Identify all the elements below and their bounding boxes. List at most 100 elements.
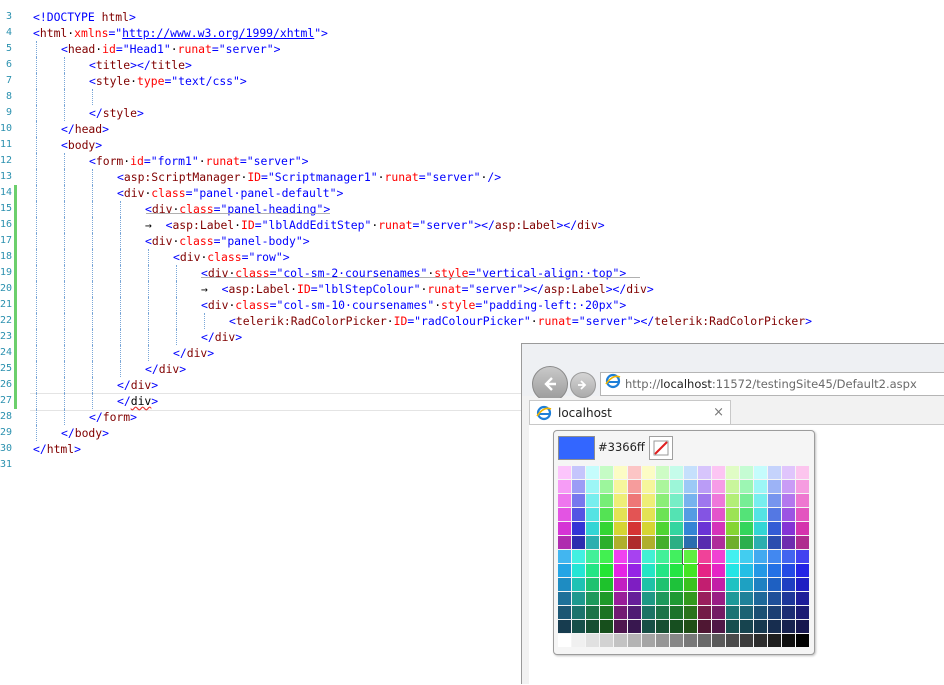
color-swatch-cell[interactable] <box>796 466 809 479</box>
color-swatch-cell[interactable] <box>656 494 669 507</box>
no-color-button[interactable] <box>649 436 673 460</box>
color-swatch-cell[interactable] <box>586 550 599 563</box>
code-line[interactable]: 3 <!DOCTYPE html> <box>0 9 944 25</box>
color-swatch-cell[interactable] <box>768 578 781 591</box>
color-swatch-cell[interactable] <box>670 480 683 493</box>
color-swatch-cell[interactable] <box>600 634 613 647</box>
color-swatch-cell[interactable] <box>768 522 781 535</box>
color-swatch-cell[interactable] <box>628 606 641 619</box>
color-swatch-cell[interactable] <box>796 522 809 535</box>
code-line[interactable]: 15 <div·class="panel-heading"> <box>0 201 944 217</box>
color-swatch-cell[interactable] <box>782 522 795 535</box>
color-swatch-cell[interactable] <box>670 494 683 507</box>
color-swatch-cell[interactable] <box>782 620 795 633</box>
color-swatch-cell[interactable] <box>586 536 599 549</box>
color-swatch-cell[interactable] <box>684 592 697 605</box>
code-line[interactable]: 7 <style·type="text/css"> <box>0 73 944 89</box>
color-swatch-cell[interactable] <box>628 550 641 563</box>
close-tab-icon[interactable]: × <box>713 401 724 425</box>
code-line[interactable]: 21 <div·class="col-sm-10·coursenames"·sty… <box>0 297 944 313</box>
color-swatch-cell[interactable] <box>656 522 669 535</box>
code-line[interactable]: 12 <form·id="form1"·runat="server"> <box>0 153 944 169</box>
color-swatch-cell[interactable] <box>656 508 669 521</box>
color-swatch-cell[interactable] <box>670 508 683 521</box>
color-swatch-cell[interactable] <box>600 592 613 605</box>
color-swatch-cell[interactable] <box>572 550 585 563</box>
color-swatch-cell[interactable] <box>726 634 739 647</box>
color-swatch-cell[interactable] <box>726 494 739 507</box>
code-line[interactable]: 4 <html·xmlns="http://www.w3.org/1999/xht… <box>0 25 944 41</box>
color-swatch-cell[interactable] <box>740 522 753 535</box>
color-swatch-cell[interactable] <box>712 536 725 549</box>
color-swatch-cell[interactable] <box>558 606 571 619</box>
color-swatch-cell[interactable] <box>572 606 585 619</box>
color-swatch-cell[interactable] <box>600 578 613 591</box>
code-line[interactable]: 9 </style> <box>0 105 944 121</box>
color-swatch-cell[interactable] <box>740 634 753 647</box>
color-swatch-cell[interactable] <box>726 564 739 577</box>
color-swatch-cell[interactable] <box>642 606 655 619</box>
color-swatch-cell[interactable] <box>558 550 571 563</box>
color-swatch-cell[interactable] <box>782 536 795 549</box>
color-swatch-cell[interactable] <box>782 634 795 647</box>
color-swatch-cell[interactable] <box>642 536 655 549</box>
color-swatch-cell[interactable] <box>740 508 753 521</box>
color-swatch-cell[interactable] <box>754 550 767 563</box>
color-swatch-cell[interactable] <box>642 466 655 479</box>
code-line[interactable]: 18 <div·class="row"> <box>0 249 944 265</box>
color-swatch-cell[interactable] <box>768 606 781 619</box>
color-swatch-cell[interactable] <box>726 522 739 535</box>
code-line[interactable]: 5 <head·id="Head1"·runat="server"> <box>0 41 944 57</box>
code-line[interactable]: 6 <title></title> <box>0 57 944 73</box>
color-swatch-cell[interactable] <box>684 606 697 619</box>
color-swatch-cell[interactable] <box>740 606 753 619</box>
code-line[interactable]: 20 → <asp:Label·ID="lblStepColour"·runat=… <box>0 281 944 297</box>
color-swatch-cell[interactable] <box>698 508 711 521</box>
color-swatch-cell[interactable] <box>614 508 627 521</box>
color-swatch-cell[interactable] <box>586 634 599 647</box>
color-swatch-cell[interactable] <box>558 536 571 549</box>
color-swatch-cell[interactable] <box>698 620 711 633</box>
color-swatch-cell[interactable] <box>782 564 795 577</box>
forward-button[interactable] <box>570 372 596 398</box>
color-swatch-cell[interactable] <box>558 466 571 479</box>
color-swatch-cell[interactable] <box>670 466 683 479</box>
color-swatch-cell[interactable] <box>712 522 725 535</box>
color-swatch-cell[interactable] <box>670 522 683 535</box>
color-swatch-cell[interactable] <box>782 508 795 521</box>
color-swatch-cell[interactable] <box>656 564 669 577</box>
color-swatch-cell[interactable] <box>628 522 641 535</box>
color-swatch-cell[interactable] <box>683 549 698 564</box>
color-swatch-cell[interactable] <box>740 466 753 479</box>
color-swatch-cell[interactable] <box>586 494 599 507</box>
color-swatch-cell[interactable] <box>740 550 753 563</box>
color-swatch-cell[interactable] <box>670 606 683 619</box>
back-button[interactable] <box>532 366 568 402</box>
color-swatch-cell[interactable] <box>614 634 627 647</box>
color-swatch-cell[interactable] <box>768 466 781 479</box>
color-swatch-cell[interactable] <box>572 634 585 647</box>
color-swatch-cell[interactable] <box>684 578 697 591</box>
color-swatch-cell[interactable] <box>656 634 669 647</box>
color-swatch-cell[interactable] <box>572 466 585 479</box>
address-bar[interactable]: http://localhost:11572/testingSite45/Def… <box>600 372 944 396</box>
color-swatch-cell[interactable] <box>698 480 711 493</box>
color-swatch-cell[interactable] <box>572 522 585 535</box>
color-swatch-cell[interactable] <box>754 592 767 605</box>
color-swatch-cell[interactable] <box>600 620 613 633</box>
color-swatch-cell[interactable] <box>796 508 809 521</box>
color-swatch-cell[interactable] <box>712 494 725 507</box>
color-swatch-cell[interactable] <box>796 634 809 647</box>
color-swatch-cell[interactable] <box>698 592 711 605</box>
color-swatch-cell[interactable] <box>754 634 767 647</box>
color-swatch-cell[interactable] <box>600 522 613 535</box>
color-picker[interactable]: #3366ff <box>553 430 815 655</box>
color-swatch-cell[interactable] <box>558 578 571 591</box>
color-swatch-cell[interactable] <box>740 592 753 605</box>
color-swatch-cell[interactable] <box>614 494 627 507</box>
color-swatch-cell[interactable] <box>740 480 753 493</box>
color-swatch-cell[interactable] <box>642 620 655 633</box>
color-swatch-cell[interactable] <box>698 466 711 479</box>
color-swatch-cell[interactable] <box>670 564 683 577</box>
color-swatch-cell[interactable] <box>656 620 669 633</box>
